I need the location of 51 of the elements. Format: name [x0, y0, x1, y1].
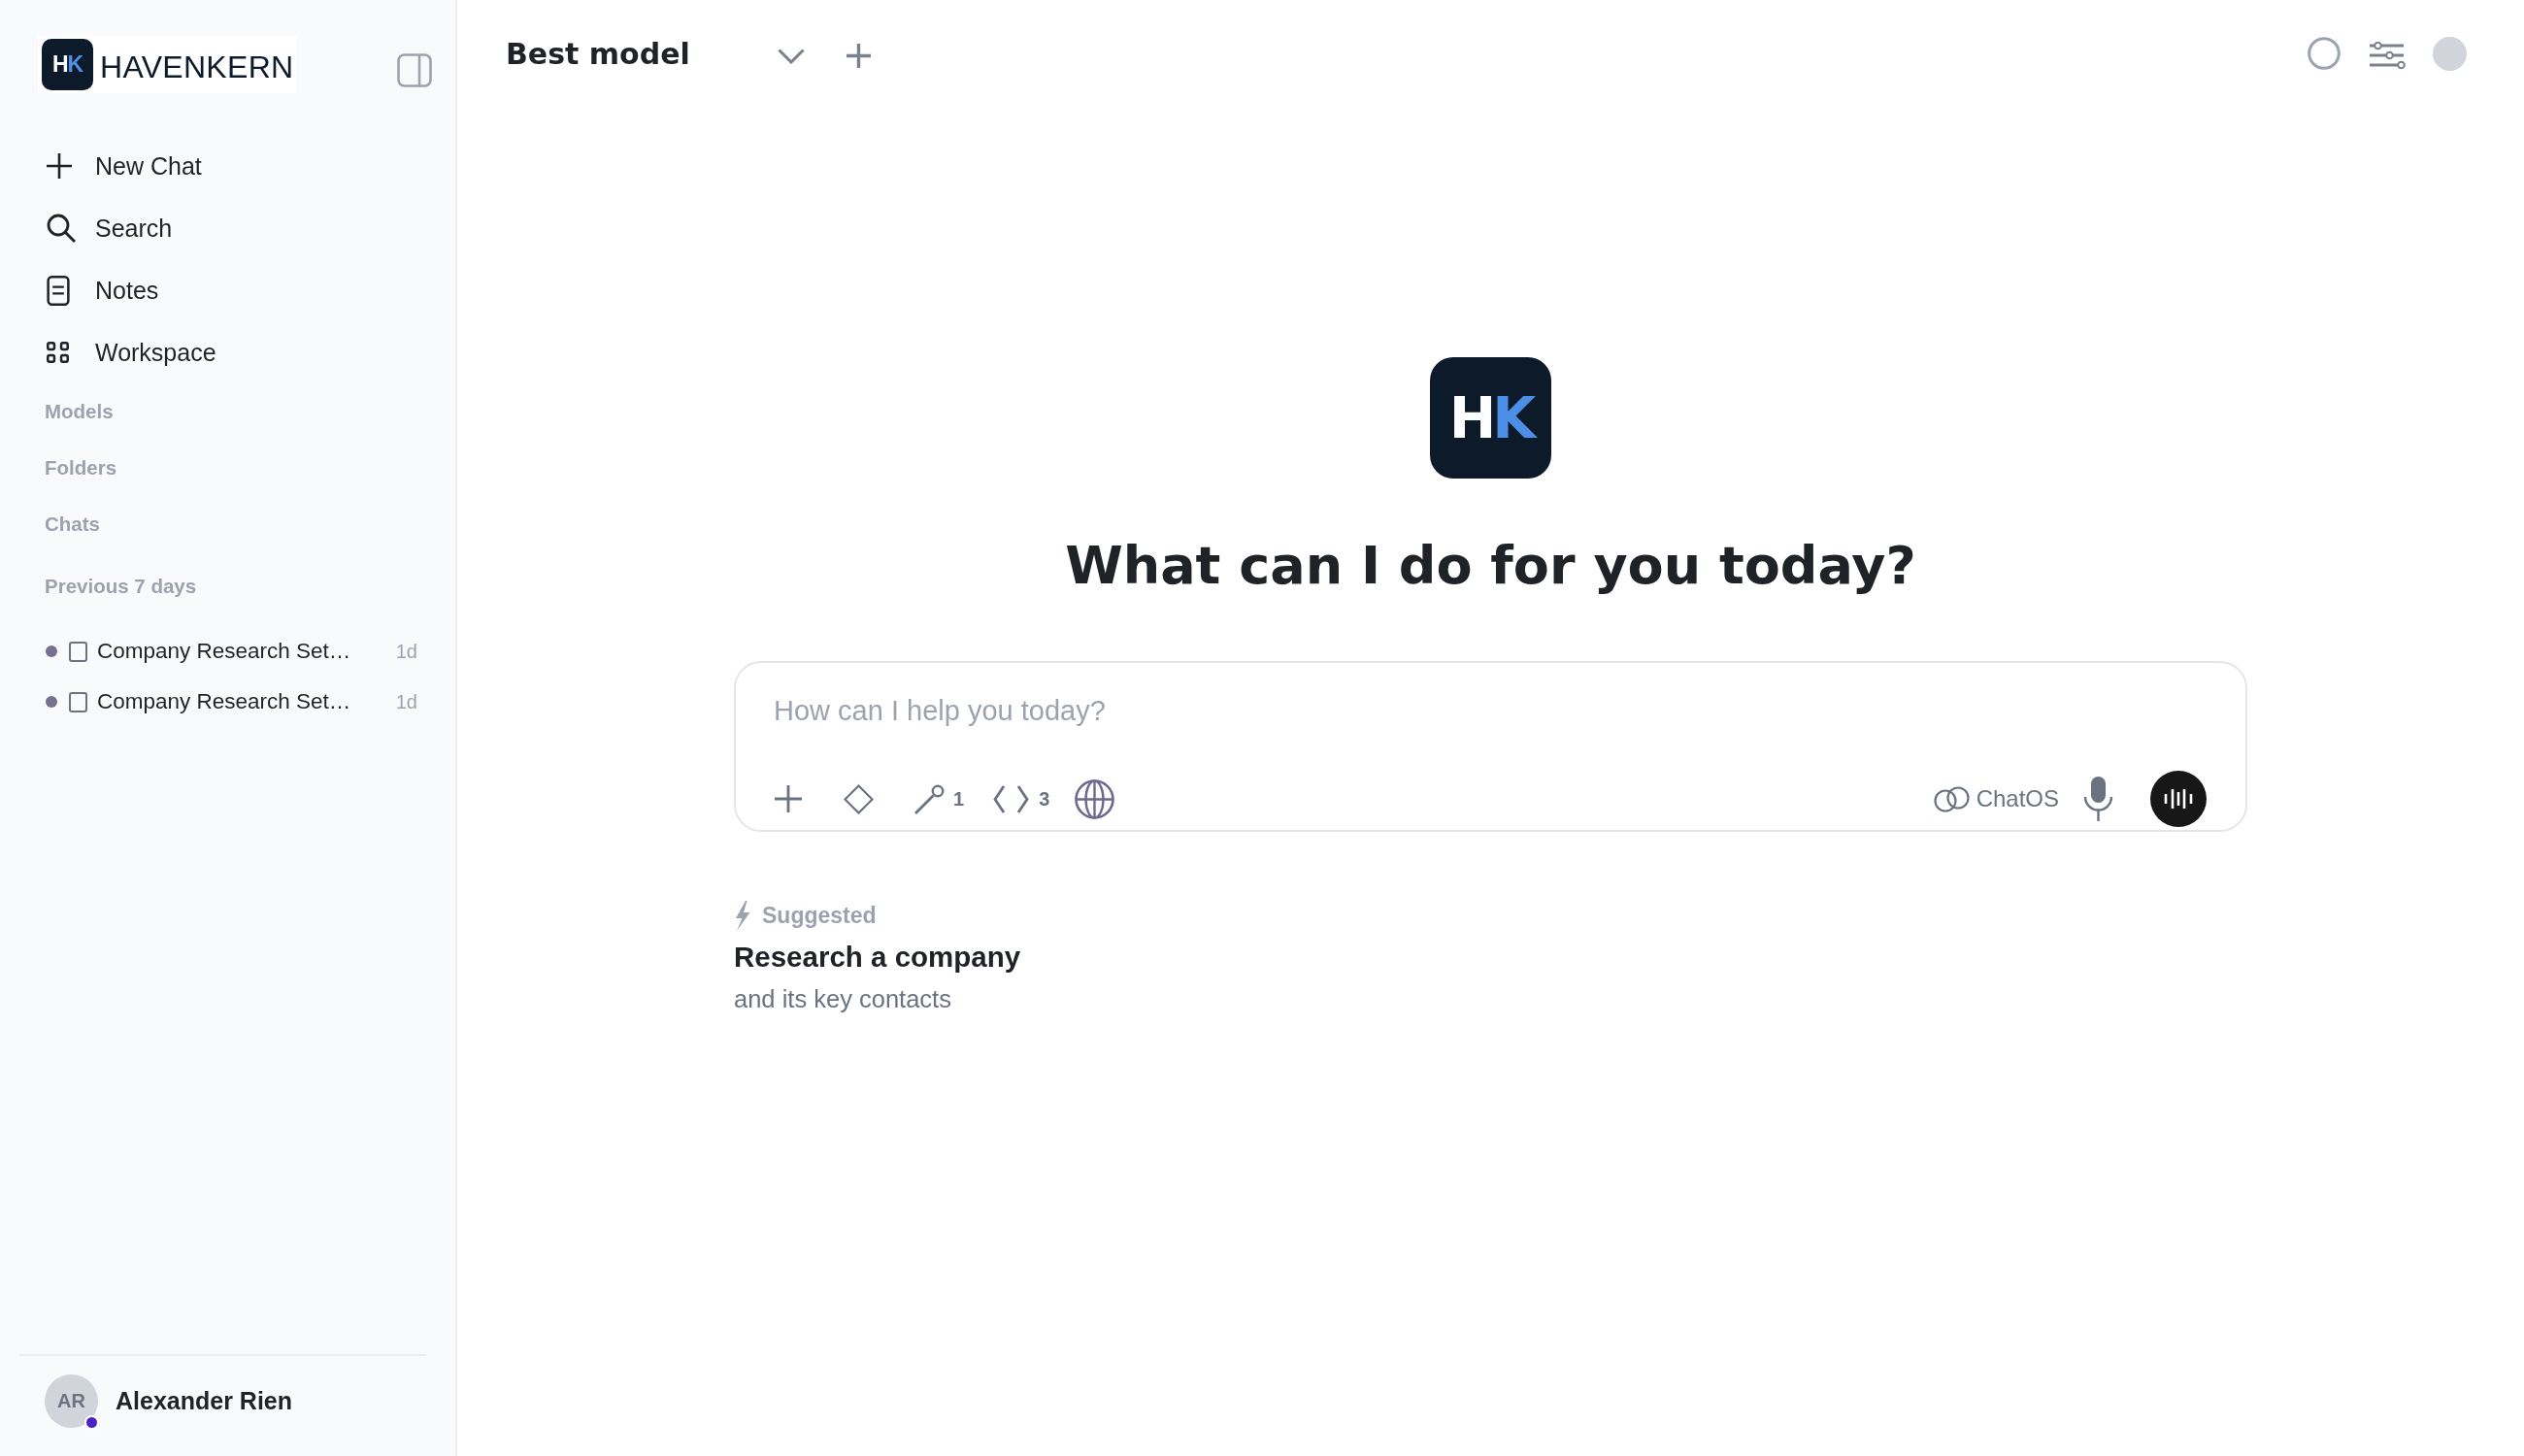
- chevron-down-icon: [777, 49, 805, 64]
- checkbox[interactable]: [69, 691, 87, 712]
- model-selector[interactable]: Best model: [506, 36, 690, 71]
- tools-button[interactable]: 1: [913, 782, 965, 815]
- chat-age: 1d: [395, 690, 417, 713]
- globe-icon: [1074, 778, 1116, 820]
- voice-button[interactable]: [2150, 771, 2207, 827]
- plus-icon: [773, 783, 804, 814]
- search-icon: [47, 214, 76, 243]
- user-name[interactable]: Alexander Rien: [116, 1387, 292, 1415]
- lightning-icon: [735, 900, 750, 931]
- checkbox[interactable]: [69, 641, 87, 662]
- add-button[interactable]: [773, 783, 804, 814]
- diamond-icon: [844, 783, 874, 814]
- nav-item[interactable]: Workspace: [0, 321, 455, 383]
- suggestion-title[interactable]: Research a company: [734, 940, 1021, 975]
- code-icon: [991, 783, 1032, 814]
- chat-title[interactable]: Company Research Set…: [97, 689, 351, 714]
- waveform-icon: [2164, 788, 2193, 810]
- brand-name: HAVENKERN: [100, 50, 294, 85]
- welcome-heading: What can I do for you today?: [1065, 534, 1916, 597]
- sliders-icon[interactable]: [2370, 42, 2406, 69]
- nav-item[interactable]: Notes: [0, 259, 455, 321]
- dot-icon: [46, 645, 57, 657]
- plus-icon: [47, 153, 72, 179]
- model-chip[interactable]: ChatOS: [1932, 785, 2059, 812]
- group-label: Previous 7 days: [45, 575, 197, 598]
- pin-icon: [913, 782, 946, 815]
- model-dropdown-button[interactable]: [777, 49, 805, 64]
- sidebar-toggle-icon[interactable]: [397, 52, 432, 87]
- microphone-icon: [2083, 776, 2113, 822]
- logo-mark: HK: [1430, 357, 1551, 479]
- nav-item[interactable]: Search: [0, 197, 455, 259]
- chat-title[interactable]: Company Research Set…: [97, 639, 351, 664]
- nav-item[interactable]: New Chat: [0, 135, 455, 197]
- linked-circles-icon: [1932, 785, 1973, 812]
- suggested-label: Suggested: [762, 902, 877, 929]
- code-button[interactable]: 3: [991, 783, 1050, 814]
- plus-icon: [846, 43, 871, 68]
- note-icon: [47, 275, 70, 306]
- chat-age: 1d: [395, 640, 417, 663]
- suggestion-subtitle: and its key contacts: [734, 985, 951, 1012]
- web-button[interactable]: [1074, 778, 1116, 820]
- diamond-button[interactable]: [844, 783, 874, 814]
- add-model-button[interactable]: [846, 43, 871, 68]
- circle-icon[interactable]: [2308, 37, 2341, 70]
- grid-icon: [47, 342, 69, 363]
- message-input[interactable]: How can I help you today?: [736, 691, 2245, 730]
- logo-mark: HK: [42, 39, 93, 90]
- dot-icon: [46, 696, 57, 708]
- microphone-button[interactable]: [2083, 776, 2113, 822]
